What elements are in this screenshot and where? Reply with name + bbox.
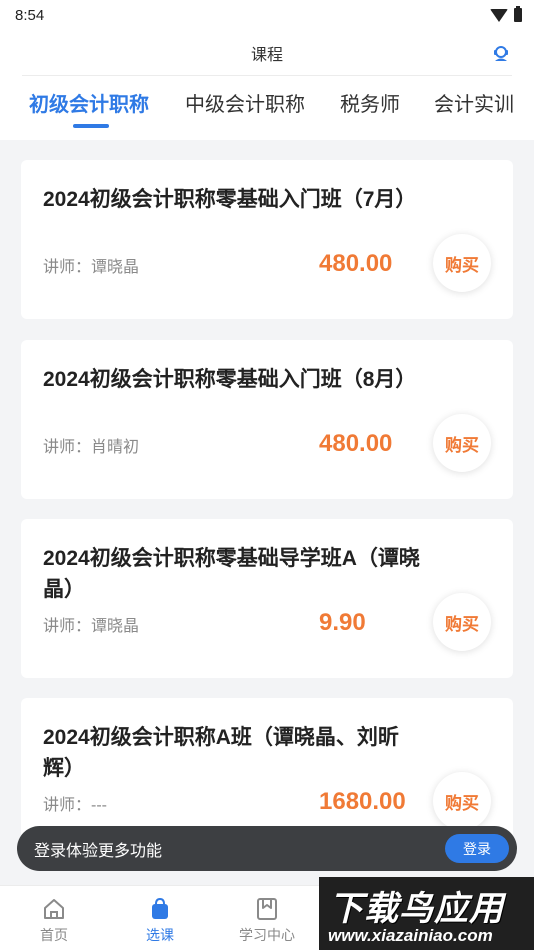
- nav-learning-center[interactable]: 学习中心: [227, 896, 307, 945]
- course-price: 1680.00: [319, 788, 406, 815]
- tab-tax-advisor[interactable]: 税务师: [340, 88, 400, 117]
- bag-icon: [152, 897, 168, 919]
- watermark-logo: 下载鸟应用 www.xiazainiao.com: [319, 877, 534, 950]
- login-prompt-toast: 登录体验更多功能 登录: [17, 826, 517, 871]
- nav-select-course[interactable]: 选课: [120, 896, 200, 945]
- buy-button[interactable]: 购买: [433, 234, 491, 292]
- top-bar: 课程 初级会计职称 中级会计职称 税务师 会计实训: [0, 30, 534, 140]
- course-teacher: 讲师：肖晴初: [43, 439, 140, 456]
- course-title: 2024初级会计职称零基础入门班（7月）: [43, 188, 417, 211]
- nav-select-course-label: 选课: [146, 927, 174, 943]
- nav-home-label: 首页: [40, 927, 68, 943]
- category-tabs: 初级会计职称 中级会计职称 税务师 会计实训: [0, 88, 534, 132]
- tab-junior-accountant[interactable]: 初级会计职称: [29, 88, 149, 117]
- customer-service-icon[interactable]: [492, 44, 510, 62]
- status-bar: 8:54: [0, 0, 534, 30]
- home-icon: [44, 899, 64, 919]
- course-card[interactable]: 2024初级会计职称零基础入门班（8月） 讲师：肖晴初 480.00 购买: [21, 340, 513, 499]
- course-card[interactable]: 2024初级会计职称零基础导学班A（谭晓晶） 讲师：谭晓晶 9.90 购买: [21, 519, 513, 678]
- nav-home[interactable]: 首页: [14, 896, 94, 945]
- course-teacher: 讲师：---: [43, 797, 107, 814]
- title-row: 课程: [22, 30, 512, 76]
- buy-button[interactable]: 购买: [433, 772, 491, 830]
- buy-button[interactable]: 购买: [433, 414, 491, 472]
- battery-icon: [514, 6, 522, 22]
- buy-button[interactable]: 购买: [433, 593, 491, 651]
- course-title: 2024初级会计职称零基础入门班（8月）: [43, 368, 417, 391]
- course-card[interactable]: 2024初级会计职称零基础入门班（7月） 讲师：谭晓晶 480.00 购买: [21, 160, 513, 319]
- bookmark-icon: [257, 898, 277, 920]
- course-teacher: 讲师：谭晓晶: [43, 259, 140, 276]
- watermark-main-text: 下载鸟应用: [329, 890, 504, 928]
- course-teacher: 讲师：谭晓晶: [43, 618, 140, 635]
- course-price: 9.90: [319, 609, 366, 636]
- active-tab-indicator: [73, 124, 109, 128]
- page-title: 课程: [250, 46, 283, 64]
- login-button[interactable]: 登录: [445, 834, 509, 863]
- watermark-url-text: www.xiazainiao.com: [328, 926, 493, 945]
- tab-accounting-practice[interactable]: 会计实训: [434, 88, 514, 117]
- status-time: 8:54: [15, 6, 45, 24]
- course-price: 480.00: [319, 430, 393, 457]
- login-prompt-text: 登录体验更多功能: [34, 842, 163, 860]
- tab-intermediate-accountant[interactable]: 中级会计职称: [185, 88, 305, 117]
- course-title: 2024初级会计职称A班（谭晓晶、刘昕辉）: [43, 726, 399, 780]
- wifi-icon: [490, 8, 508, 22]
- course-title: 2024初级会计职称零基础导学班A（谭晓晶）: [43, 547, 420, 601]
- nav-learning-center-label: 学习中心: [239, 927, 295, 943]
- course-price: 480.00: [319, 250, 393, 277]
- status-icons: [490, 6, 522, 22]
